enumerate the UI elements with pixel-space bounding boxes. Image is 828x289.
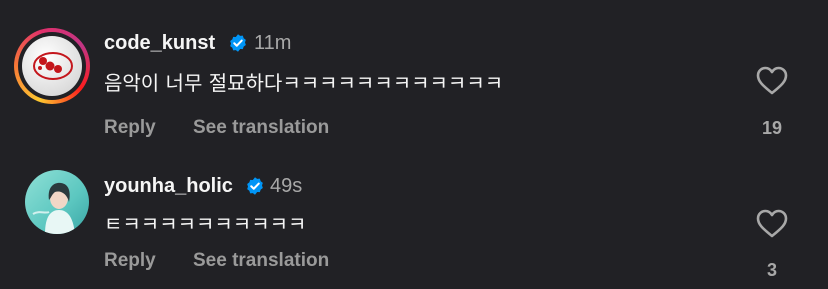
username[interactable]: younha_holic <box>104 175 233 198</box>
username[interactable]: code_kunst <box>104 32 215 55</box>
code-kunst-logo-icon <box>22 36 82 96</box>
avatar[interactable] <box>25 170 89 234</box>
verified-badge-icon <box>230 34 246 52</box>
comment-text: ㅌㅋㅋㅋㅋㅋㅋㅋㅋㅋㅋ <box>104 212 307 236</box>
profile-photo-icon <box>25 170 89 234</box>
timestamp: 49s <box>270 175 303 197</box>
see-translation-button[interactable]: See translation <box>193 250 329 272</box>
heart-outline-icon[interactable] <box>756 66 788 96</box>
like-count: 19 <box>761 118 783 138</box>
see-translation-button[interactable]: See translation <box>193 117 329 139</box>
heart-outline-icon[interactable] <box>756 209 788 239</box>
avatar-wrap[interactable] <box>25 170 101 246</box>
avatar[interactable] <box>22 36 82 96</box>
verified-badge-icon <box>247 177 263 195</box>
like-count: 3 <box>766 260 777 280</box>
comment-item: younha_holic 49s ㅌㅋㅋㅋㅋㅋㅋㅋㅋㅋㅋ Reply See t… <box>0 150 828 289</box>
reply-button[interactable]: Reply <box>104 250 156 272</box>
comment-item: code_kunst 11m 음악이 너무 절묘하다ㅋㅋㅋㅋㅋㅋㅋㅋㅋㅋㅋㅋ R… <box>0 0 828 150</box>
avatar-with-story-ring[interactable] <box>14 28 90 104</box>
timestamp: 11m <box>254 32 292 54</box>
reply-button[interactable]: Reply <box>104 117 156 139</box>
comment-text: 음악이 너무 절묘하다ㅋㅋㅋㅋㅋㅋㅋㅋㅋㅋㅋㅋ <box>104 71 504 95</box>
